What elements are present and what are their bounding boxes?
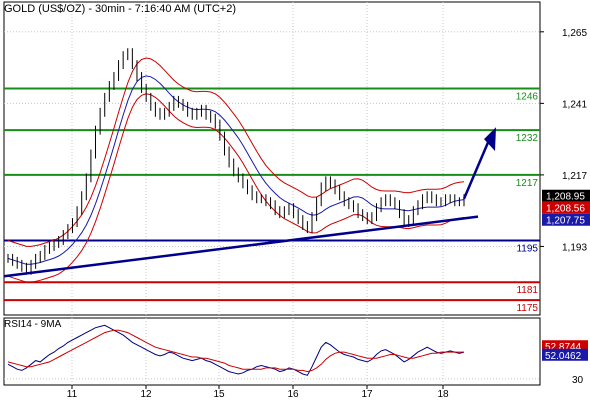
price-tag: 1,208.56	[542, 201, 590, 215]
price-panel-frame	[3, 1, 541, 316]
x-tick-label: 15	[213, 389, 225, 400]
level-label: 1175	[516, 303, 538, 314]
y-tick-label: 1,241	[562, 99, 587, 110]
svg-text:1,208.56: 1,208.56	[546, 204, 585, 215]
rsi-title: RSI14 - 9MA	[4, 319, 62, 330]
x-tick-label: 17	[361, 389, 373, 400]
rsi-panel: 3052.874452.0462	[3, 317, 588, 386]
chart-title: GOLD (US$/OZ) - 30min - 7:16:40 AM (UTC+…	[4, 3, 236, 15]
y-tick-label: 1,193	[562, 242, 587, 253]
level-label: 1217	[516, 178, 539, 189]
x-tick-label: 12	[140, 389, 152, 400]
level-label: 1195	[516, 243, 538, 254]
band-lower	[7, 93, 465, 283]
rsi-y-tick-label: 30	[572, 375, 584, 386]
level-label: 1181	[516, 285, 538, 296]
y-tick-label: 1,265	[562, 28, 587, 39]
svg-text:1,208.95: 1,208.95	[546, 192, 585, 203]
svg-text:52.0462: 52.0462	[545, 351, 582, 362]
level-label: 1232	[516, 133, 539, 144]
stage: 1,1931,2171,2411,26512461232121711951181…	[3, 1, 590, 400]
rsi-series-line	[7, 329, 464, 373]
rsi-value-tag: 52.0462	[542, 348, 588, 362]
level-label: 1246	[516, 91, 539, 102]
svg-text:1,207.75: 1,207.75	[546, 216, 585, 227]
y-tick-label: 1,217	[562, 171, 587, 182]
moving-average	[7, 75, 465, 265]
rsi-panel-frame	[3, 317, 541, 386]
x-tick-label: 16	[287, 389, 299, 400]
x-tick-label: 18	[437, 389, 449, 400]
price-tag: 1,208.95	[542, 189, 590, 203]
x-axis: 11 12 15 16 17 18	[67, 385, 449, 400]
price-panel: 1,193 1,217 1,241 1,265 1246 1232 1217 1195 1181…	[3, 1, 590, 316]
x-tick-label: 11	[67, 389, 78, 400]
price-tag: 1,207.75	[542, 213, 590, 227]
